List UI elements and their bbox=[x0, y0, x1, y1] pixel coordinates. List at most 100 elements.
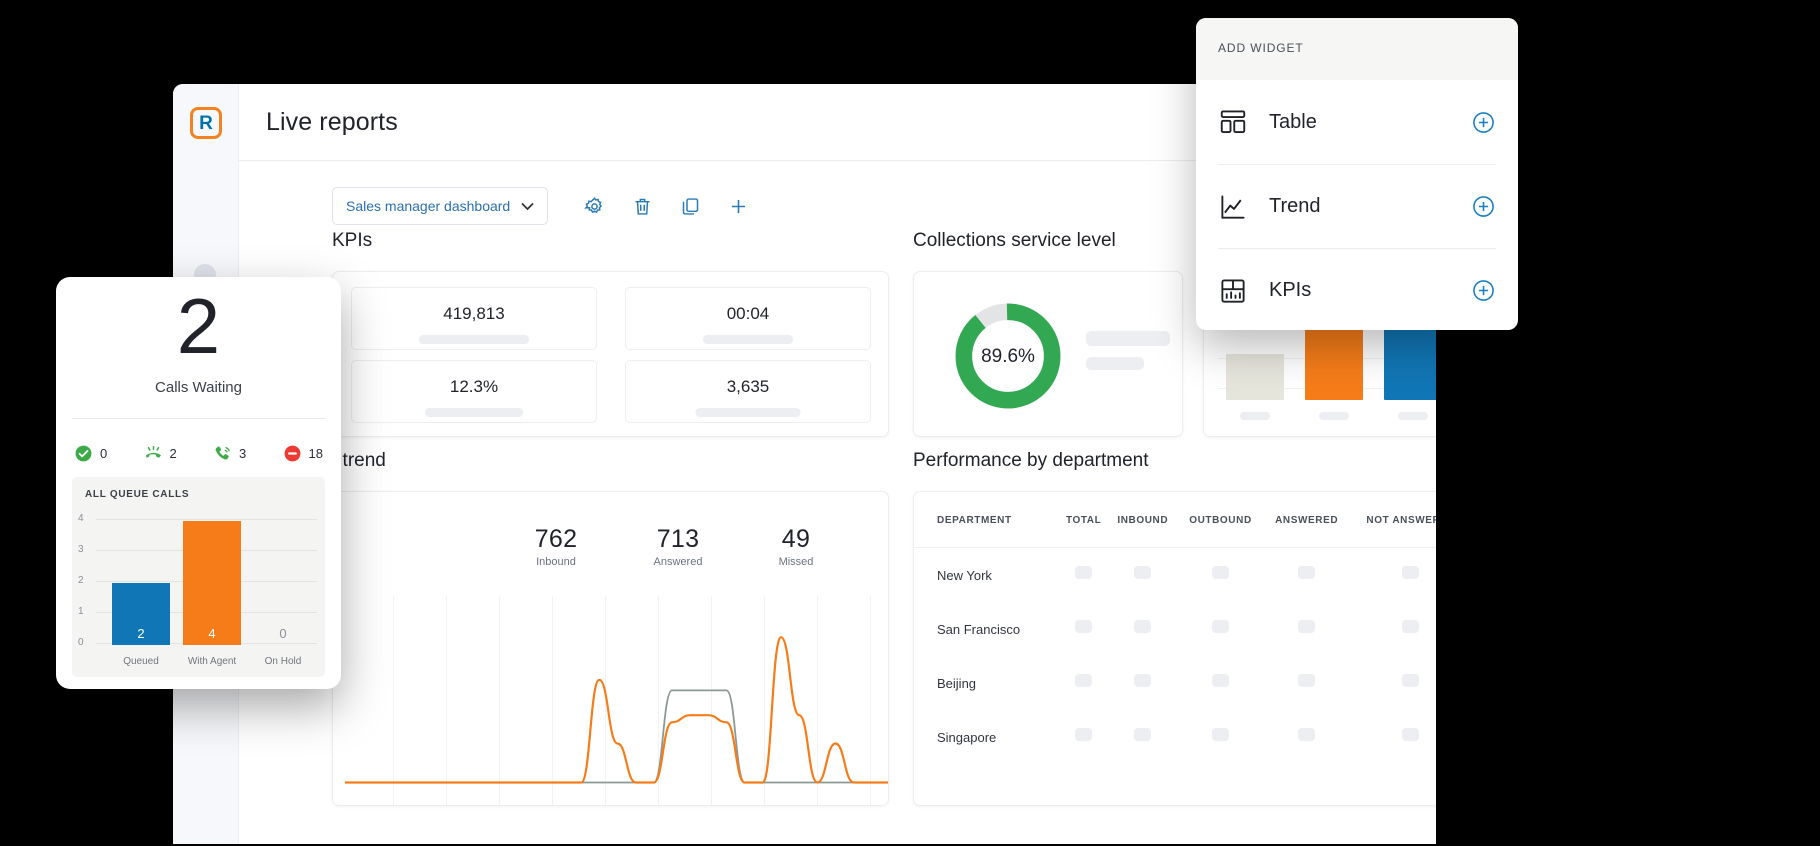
kpi-tile[interactable]: 3,635 bbox=[625, 360, 871, 423]
value-placeholder bbox=[1298, 728, 1315, 741]
col-answered: ANSWERED bbox=[1263, 492, 1350, 548]
col-department: DEPARTMENT bbox=[914, 492, 1059, 548]
chevron-down-icon bbox=[521, 202, 534, 211]
missed-call-icon bbox=[144, 444, 163, 463]
bar-value-on-hold: 0 bbox=[254, 626, 312, 641]
dashboard-select[interactable]: Sales manager dashboard bbox=[332, 187, 548, 225]
add-widget-item-label: Table bbox=[1269, 111, 1471, 134]
cell-answered bbox=[1263, 548, 1350, 603]
dept-name: Singapore bbox=[914, 710, 1059, 764]
cell-outbound bbox=[1178, 548, 1264, 603]
add-widget-item-label: Trend bbox=[1269, 195, 1471, 218]
x-label-queued: Queued bbox=[106, 656, 176, 667]
do-not-disturb-icon bbox=[283, 444, 302, 463]
value-placeholder bbox=[1402, 620, 1419, 633]
y-tick-0: 0 bbox=[78, 637, 84, 648]
col-not-answered: NOT ANSWERED bbox=[1350, 492, 1436, 548]
cell-not-answered bbox=[1350, 656, 1436, 710]
kpi-label-placeholder bbox=[696, 408, 801, 417]
calls-waiting-card: 2 Calls Waiting 0 2 bbox=[56, 277, 341, 689]
table-row[interactable]: San Francisco bbox=[914, 602, 1436, 656]
plus-icon bbox=[728, 196, 749, 217]
service-level-percent: 89.6% bbox=[950, 346, 1066, 368]
add-widget-panel: ADD WIDGET Table Trend bbox=[1196, 18, 1518, 330]
trend-line-chart bbox=[333, 610, 889, 795]
chart-title: ALL QUEUE CALLS bbox=[85, 489, 189, 500]
kpi-tile[interactable]: 419,813 bbox=[351, 287, 597, 350]
cell-outbound bbox=[1178, 710, 1264, 764]
settings-gear-icon bbox=[584, 196, 605, 217]
legend-placeholder bbox=[1086, 357, 1144, 370]
kpi-label-placeholder bbox=[425, 408, 523, 417]
section-title-department: Performance by department bbox=[913, 450, 1149, 472]
value-placeholder bbox=[1075, 566, 1092, 579]
value-placeholder bbox=[1212, 620, 1229, 633]
bar-label-placeholder bbox=[1240, 412, 1270, 420]
value-placeholder bbox=[1298, 674, 1315, 687]
cell-inbound bbox=[1108, 656, 1178, 710]
value-placeholder bbox=[1075, 728, 1092, 741]
value-placeholder bbox=[1212, 728, 1229, 741]
add-widget-item-label: KPIs bbox=[1269, 279, 1471, 302]
dashboard-toolbar: Sales manager dashboard bbox=[332, 187, 758, 225]
divider bbox=[72, 418, 325, 419]
table-header-row: DEPARTMENT TOTAL INBOUND OUTBOUND ANSWER… bbox=[914, 492, 1436, 548]
status-available: 0 bbox=[74, 444, 107, 463]
value-placeholder bbox=[1402, 674, 1419, 687]
trend-stat-value: 713 bbox=[623, 525, 733, 554]
all-queue-calls-chart: ALL QUEUE CALLS 4 3 2 1 0 2 4 0 Queued W… bbox=[72, 477, 325, 677]
table-row[interactable]: Beijing bbox=[914, 656, 1436, 710]
x-label-on-hold: On Hold bbox=[248, 656, 318, 667]
kpi-tile[interactable]: 00:04 bbox=[625, 287, 871, 350]
dept-name: Beijing bbox=[914, 656, 1059, 710]
y-tick-1: 1 bbox=[78, 606, 84, 617]
plus-circle-icon[interactable] bbox=[1471, 278, 1496, 303]
add-widget-item-trend[interactable]: Trend bbox=[1218, 164, 1496, 248]
duplicate-icon bbox=[680, 196, 701, 217]
logo-letter: R bbox=[199, 114, 213, 133]
cell-answered bbox=[1263, 656, 1350, 710]
status-dnd: 18 bbox=[283, 444, 323, 463]
plus-circle-icon[interactable] bbox=[1471, 194, 1496, 219]
value-placeholder bbox=[1134, 620, 1151, 633]
add-widget-item-table[interactable]: Table bbox=[1218, 80, 1496, 164]
service-level-donut: 89.6% bbox=[950, 298, 1066, 414]
kpi-value: 12.3% bbox=[352, 377, 596, 397]
add-widget-button[interactable] bbox=[718, 187, 758, 225]
value-placeholder bbox=[1402, 566, 1419, 579]
y-tick-3: 3 bbox=[78, 544, 84, 555]
value-placeholder bbox=[1134, 566, 1151, 579]
trend-widget: 762 Inbound 713 Answered 49 Missed bbox=[332, 491, 889, 806]
section-title-service-level: Collections service level bbox=[913, 230, 1116, 252]
table-row[interactable]: Singapore bbox=[914, 710, 1436, 764]
trend-widget-icon bbox=[1218, 192, 1248, 222]
legend-placeholder bbox=[1086, 331, 1170, 346]
cell-answered bbox=[1263, 710, 1350, 764]
duplicate-button[interactable] bbox=[670, 187, 710, 225]
status-value: 0 bbox=[100, 446, 107, 461]
bar-label-placeholder bbox=[1398, 412, 1428, 420]
delete-button[interactable] bbox=[622, 187, 662, 225]
add-widget-item-kpis[interactable]: KPIs bbox=[1218, 248, 1496, 330]
table-row[interactable]: New York bbox=[914, 548, 1436, 603]
kpi-tile[interactable]: 12.3% bbox=[351, 360, 597, 423]
kpis-widget-icon bbox=[1218, 276, 1248, 306]
trend-stat-label: Inbound bbox=[501, 556, 611, 568]
cell-outbound bbox=[1178, 656, 1264, 710]
active-call-icon bbox=[213, 444, 232, 463]
status-active: 3 bbox=[213, 444, 246, 463]
settings-button[interactable] bbox=[574, 187, 614, 225]
cell-inbound bbox=[1108, 710, 1178, 764]
value-placeholder bbox=[1075, 620, 1092, 633]
trend-stat: 49 Missed bbox=[741, 525, 851, 568]
kpi-value: 419,813 bbox=[352, 304, 596, 324]
bar-queue-1 bbox=[1226, 354, 1284, 400]
cell-outbound bbox=[1178, 602, 1264, 656]
dashboard-select-value: Sales manager dashboard bbox=[346, 198, 510, 214]
kpis-widget: 419,813 00:04 12.3% 3,635 bbox=[332, 271, 889, 437]
plus-circle-icon[interactable] bbox=[1471, 110, 1496, 135]
trend-stat: 762 Inbound bbox=[501, 525, 611, 568]
service-level-widget: 89.6% bbox=[913, 271, 1183, 437]
trend-stat-label: Answered bbox=[623, 556, 733, 568]
screenshot-root: R Live reports Sales manager dashboard bbox=[0, 0, 1820, 846]
